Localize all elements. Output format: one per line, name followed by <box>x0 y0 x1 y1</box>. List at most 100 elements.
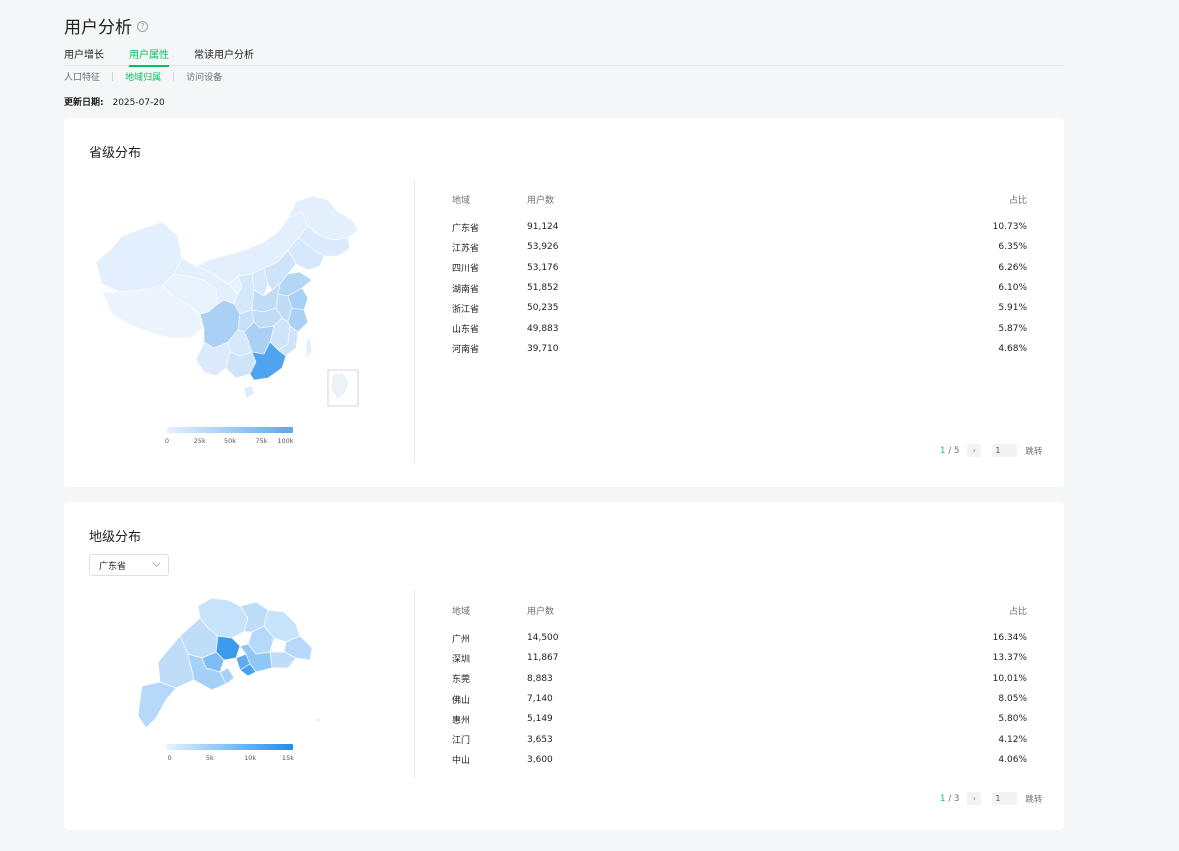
row-users: 53,926 <box>527 242 559 253</box>
row-ratio: 10.73% <box>992 222 1027 233</box>
city-legend-ticks: 0 5k 10k 15k <box>167 754 294 764</box>
pager-current: 1 <box>940 793 946 804</box>
province-legend-bar <box>167 427 293 433</box>
pager-page-input[interactable] <box>992 792 1018 805</box>
province-select-value: 广东省 <box>99 561 127 572</box>
city-legend: 0 5k 10k 15k <box>167 744 294 764</box>
row-region: 佛山 <box>452 695 471 706</box>
row-users: 7,140 <box>527 694 553 705</box>
legend-tick: 0 <box>167 754 172 762</box>
row-ratio: 4.06% <box>998 754 1027 765</box>
main-tabs: 用户增长 用户属性 常读用户分析 <box>64 40 1064 67</box>
row-region: 浙江省 <box>452 304 480 315</box>
sub-tabs: 人口特征 | 地域归属 | 访问设备 <box>64 70 222 84</box>
legend-tick: 25k <box>193 437 206 445</box>
update-date: 更新日期: 2025-07-20 <box>64 95 165 108</box>
table-row: 中山 3,600 4.06% <box>452 750 1027 770</box>
subtab-divider: | <box>172 71 176 82</box>
city-legend-bar <box>167 744 293 750</box>
table-row: 江苏省 53,926 6.35% <box>452 237 1027 257</box>
row-users: 3,653 <box>527 734 553 745</box>
province-card: 省级分布 0 25k 50k 75k 100k 地域 用户数 占比 广东省 91… <box>64 118 1064 487</box>
row-ratio: 4.68% <box>998 343 1027 354</box>
pager-jump-button[interactable]: 跳转 <box>1025 445 1042 457</box>
city-divider <box>414 590 415 778</box>
table-row: 深圳 11,867 13.37% <box>452 648 1027 668</box>
province-legend: 0 25k 50k 75k 100k <box>164 427 294 447</box>
china-map[interactable] <box>92 192 367 407</box>
row-users: 49,883 <box>527 323 559 334</box>
legend-tick: 15k <box>281 754 294 762</box>
table-row: 江门 3,653 4.12% <box>452 729 1027 749</box>
row-ratio: 8.05% <box>998 694 1027 705</box>
pager-jump-button[interactable]: 跳转 <box>1025 793 1042 805</box>
pager-total: / 5 <box>948 445 960 456</box>
pager-total: / 3 <box>948 793 960 804</box>
row-users: 53,176 <box>527 262 559 273</box>
guangdong-map-svg <box>137 597 320 729</box>
row-region: 江苏省 <box>452 243 480 254</box>
pager-page-input[interactable] <box>992 444 1018 457</box>
legend-tick: 5k <box>205 754 214 762</box>
table-row: 佛山 7,140 8.05% <box>452 689 1027 709</box>
page-title-text: 用户分析 <box>64 18 132 38</box>
row-region: 河南省 <box>452 345 480 356</box>
row-ratio: 5.80% <box>998 714 1027 725</box>
subtab-demographics[interactable]: 人口特征 <box>64 70 100 83</box>
legend-tick: 75k <box>255 437 268 445</box>
tab-frequent-readers[interactable]: 常读用户分析 <box>194 40 254 66</box>
subtab-region[interactable]: 地域归属 <box>125 70 161 83</box>
row-region: 四川省 <box>452 264 480 275</box>
city-pager: 1 / 3 › 跳转 <box>940 792 1042 805</box>
row-ratio: 16.34% <box>992 633 1027 644</box>
col-ratio-header: 占比 <box>1008 607 1027 617</box>
col-region-header: 地域 <box>452 196 471 206</box>
tab-user-attributes[interactable]: 用户属性 <box>129 40 169 67</box>
table-row: 湖南省 51,852 6.10% <box>452 278 1027 298</box>
row-users: 3,600 <box>527 754 553 765</box>
subtab-device[interactable]: 访问设备 <box>186 70 222 83</box>
row-users: 8,883 <box>527 673 553 684</box>
row-ratio: 13.37% <box>992 653 1027 664</box>
table-row: 浙江省 50,235 5.91% <box>452 298 1027 318</box>
province-pager: 1 / 5 › 跳转 <box>940 444 1042 457</box>
help-icon[interactable]: ? <box>137 21 148 32</box>
province-title: 省级分布 <box>89 146 142 161</box>
legend-tick: 0 <box>164 437 170 445</box>
row-region: 湖南省 <box>452 284 480 295</box>
row-region: 江门 <box>452 736 471 747</box>
subtab-divider: | <box>111 71 115 82</box>
guangdong-map[interactable] <box>136 596 326 732</box>
table-row: 惠州 5,149 5.80% <box>452 709 1027 729</box>
table-row: 广东省 91,124 10.73% <box>452 217 1027 237</box>
row-users: 5,149 <box>527 714 553 725</box>
city-table: 地域 用户数 占比 广州 14,500 16.34% 深圳 11,867 13.37% … <box>452 604 1027 770</box>
province-legend-ticks: 0 25k 50k 75k 100k <box>164 437 294 447</box>
row-region: 广东省 <box>452 223 480 234</box>
pager-current: 1 <box>940 445 946 456</box>
row-users: 91,124 <box>527 222 559 233</box>
city-card: 地级分布 广东省 0 5k 10k 15k 地域 用户数 占比 广州 14,50… <box>64 502 1064 830</box>
pager-next-button[interactable]: › <box>967 792 982 805</box>
tab-user-growth[interactable]: 用户增长 <box>64 40 104 66</box>
row-ratio: 6.10% <box>998 283 1027 294</box>
pager-next-button[interactable]: › <box>967 444 982 457</box>
row-ratio: 5.91% <box>998 303 1027 314</box>
city-title: 地级分布 <box>89 530 142 545</box>
province-table: 地域 用户数 占比 广东省 91,124 10.73% 江苏省 53,926 6.35%… <box>452 193 1027 359</box>
row-region: 深圳 <box>452 654 471 665</box>
row-ratio: 4.12% <box>998 734 1027 745</box>
col-region-header: 地域 <box>452 607 471 617</box>
province-divider <box>414 180 415 462</box>
row-region: 山东省 <box>452 325 480 336</box>
row-users: 51,852 <box>527 283 559 294</box>
legend-tick: 10k <box>244 754 257 762</box>
legend-tick: 50k <box>223 437 237 445</box>
chevron-down-icon <box>152 562 161 567</box>
row-region: 广州 <box>452 634 471 645</box>
province-select[interactable]: 广东省 <box>89 554 169 576</box>
row-ratio: 5.87% <box>998 323 1027 334</box>
table-row: 东莞 8,883 10.01% <box>452 669 1027 689</box>
table-row: 四川省 53,176 6.26% <box>452 258 1027 278</box>
row-region: 中山 <box>452 756 471 767</box>
